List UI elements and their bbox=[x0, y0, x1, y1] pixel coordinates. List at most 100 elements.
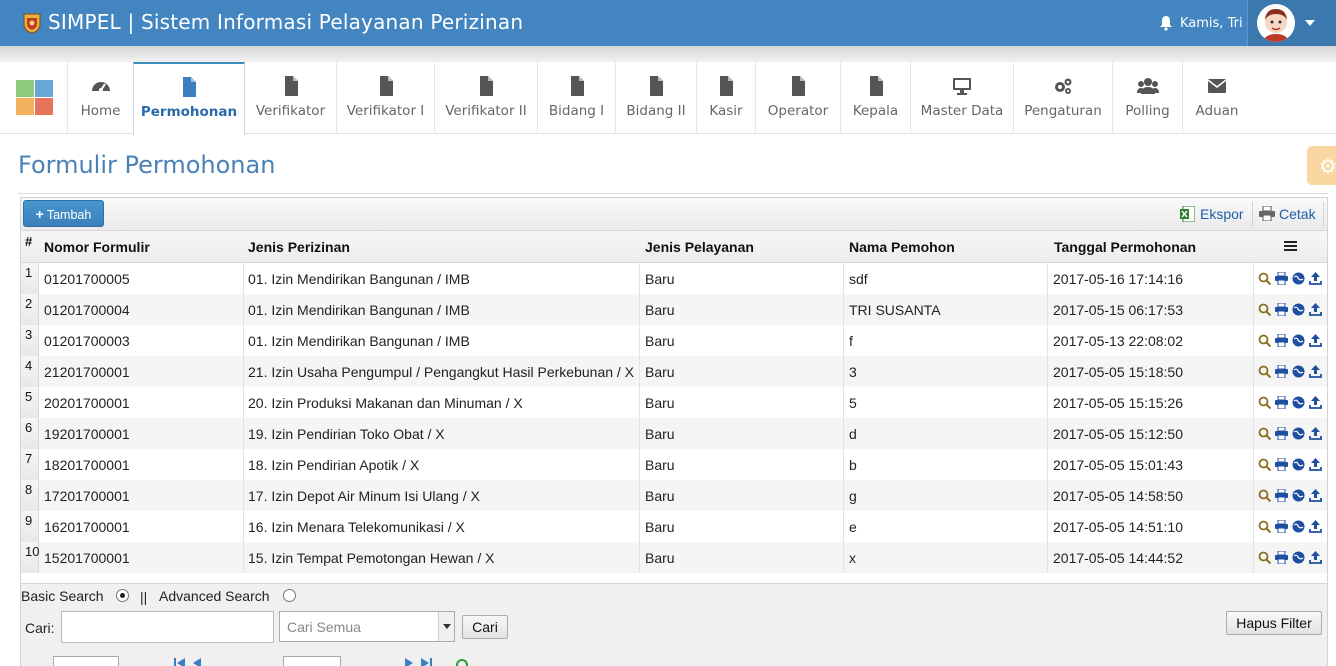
print-link[interactable]: Cetak bbox=[1279, 206, 1316, 222]
nav-bidang-1[interactable]: Bidang I bbox=[538, 62, 616, 134]
print-icon[interactable] bbox=[1275, 272, 1288, 285]
table-row[interactable]: 6 19201700001 19. Izin Pendirian Toko Obat… bbox=[21, 418, 1327, 449]
search-icon[interactable] bbox=[1258, 303, 1271, 316]
add-button[interactable]: + Tambah bbox=[23, 200, 104, 227]
nav-bidang-2[interactable]: Bidang II bbox=[616, 62, 697, 134]
search-icon[interactable] bbox=[1258, 520, 1271, 533]
table-row[interactable]: 5 20201700001 20. Izin Produksi Makanan da… bbox=[21, 387, 1327, 418]
column-divider bbox=[1253, 542, 1254, 573]
upload-icon[interactable] bbox=[1309, 489, 1322, 502]
table-row[interactable]: 8 17201700001 17. Izin Depot Air Minum Isi… bbox=[21, 480, 1327, 511]
apps-grid-icon[interactable] bbox=[0, 62, 68, 134]
nav-operator[interactable]: Operator bbox=[756, 62, 841, 134]
page-number-input[interactable] bbox=[283, 656, 341, 666]
table-row[interactable]: 1 01201700005 01. Izin Mendirikan Bangunan… bbox=[21, 263, 1327, 294]
column-header[interactable]: Jenis Pelayanan bbox=[645, 239, 754, 255]
search-field-select[interactable]: Cari Semua bbox=[279, 611, 455, 642]
main-nav: Home Permohonan Verifikator Verifikator … bbox=[0, 62, 1336, 135]
row-number: 3 bbox=[21, 325, 39, 356]
nav-verifikator-2[interactable]: Verifikator II bbox=[435, 62, 538, 134]
column-header[interactable]: Nama Pemohon bbox=[849, 239, 955, 255]
globe-icon[interactable] bbox=[1292, 303, 1305, 316]
nav-verifikator-1[interactable]: Verifikator I bbox=[337, 62, 435, 134]
bell-icon[interactable] bbox=[1159, 15, 1173, 31]
nav-kasir[interactable]: Kasir bbox=[697, 62, 756, 134]
search-input[interactable] bbox=[61, 611, 274, 643]
print-icon[interactable] bbox=[1275, 458, 1288, 471]
search-icon[interactable] bbox=[1258, 489, 1271, 502]
table-row[interactable]: 4 21201700001 21. Izin Usaha Pengumpul / P… bbox=[21, 356, 1327, 387]
basic-search-radio[interactable] bbox=[116, 589, 129, 602]
print-icon[interactable] bbox=[1275, 427, 1288, 440]
upload-icon[interactable] bbox=[1309, 396, 1322, 409]
globe-icon[interactable] bbox=[1292, 427, 1305, 440]
search-icon[interactable] bbox=[1258, 396, 1271, 409]
globe-icon[interactable] bbox=[1292, 272, 1305, 285]
page-size-select[interactable] bbox=[53, 656, 119, 666]
globe-icon[interactable] bbox=[1292, 551, 1305, 564]
search-icon[interactable] bbox=[1258, 458, 1271, 471]
search-icon[interactable] bbox=[1258, 365, 1271, 378]
print-icon[interactable] bbox=[1275, 334, 1288, 347]
advanced-search-radio[interactable] bbox=[283, 589, 296, 602]
search-icon[interactable] bbox=[1258, 272, 1271, 285]
nav-permohonan[interactable]: Permohonan bbox=[133, 62, 245, 135]
search-button[interactable]: Cari bbox=[462, 615, 508, 639]
upload-icon[interactable] bbox=[1309, 551, 1322, 564]
user-menu[interactable] bbox=[1247, 0, 1336, 46]
print-icon[interactable] bbox=[1275, 396, 1288, 409]
search-icon[interactable] bbox=[1258, 427, 1271, 440]
next-page-icon[interactable] bbox=[401, 658, 415, 666]
user-name[interactable]: Kamis, Tri bbox=[1180, 16, 1243, 31]
upload-icon[interactable] bbox=[1309, 427, 1322, 440]
globe-icon[interactable] bbox=[1292, 365, 1305, 378]
table-row[interactable]: 9 16201700001 16. Izin Menara Telekomunika… bbox=[21, 511, 1327, 542]
upload-icon[interactable] bbox=[1309, 365, 1322, 378]
nav-polling[interactable]: Polling bbox=[1113, 62, 1183, 134]
globe-icon[interactable] bbox=[1292, 458, 1305, 471]
globe-icon[interactable] bbox=[1292, 396, 1305, 409]
search-icon[interactable] bbox=[1258, 551, 1271, 564]
column-menu-icon[interactable] bbox=[1284, 241, 1297, 252]
search-icon[interactable] bbox=[1258, 334, 1271, 347]
column-header[interactable]: Tanggal Permohonan bbox=[1054, 239, 1196, 255]
export-link[interactable]: Ekspor bbox=[1200, 206, 1244, 222]
upload-icon[interactable] bbox=[1309, 334, 1322, 347]
column-header[interactable]: Nomor Formulir bbox=[44, 239, 150, 255]
file-icon bbox=[379, 76, 393, 96]
upload-icon[interactable] bbox=[1309, 272, 1322, 285]
refresh-icon[interactable] bbox=[455, 658, 469, 666]
table-row[interactable]: 10 15201700001 15. Izin Tempat Pemotongan … bbox=[21, 542, 1327, 573]
last-page-icon[interactable] bbox=[419, 658, 433, 666]
print-icon[interactable] bbox=[1275, 303, 1288, 316]
upload-icon[interactable] bbox=[1309, 520, 1322, 533]
nav-pengaturan[interactable]: Pengaturan bbox=[1014, 62, 1113, 134]
cell-tanggal: 2017-05-16 17:14:16 bbox=[1053, 271, 1183, 287]
table-row[interactable]: 3 01201700003 01. Izin Mendirikan Bangunan… bbox=[21, 325, 1327, 356]
print-icon[interactable] bbox=[1275, 551, 1288, 564]
print-icon[interactable] bbox=[1275, 489, 1288, 502]
nav-kepala[interactable]: Kepala bbox=[841, 62, 911, 134]
prev-page-icon[interactable] bbox=[191, 658, 205, 666]
nav-aduan[interactable]: Aduan bbox=[1183, 62, 1251, 134]
print-icon[interactable] bbox=[1275, 520, 1288, 533]
print-icon[interactable] bbox=[1275, 365, 1288, 378]
clear-filter-button[interactable]: Hapus Filter bbox=[1226, 611, 1322, 635]
upload-icon[interactable] bbox=[1309, 303, 1322, 316]
first-page-icon[interactable] bbox=[173, 658, 187, 666]
chevron-down-icon[interactable] bbox=[1305, 20, 1315, 26]
upload-icon[interactable] bbox=[1309, 458, 1322, 471]
nav-master-data[interactable]: Master Data bbox=[911, 62, 1014, 134]
settings-panel-toggle[interactable]: ⚙ bbox=[1307, 146, 1336, 185]
table-row[interactable]: 7 18201700001 18. Izin Pendirian Apotik / … bbox=[21, 449, 1327, 480]
globe-icon[interactable] bbox=[1292, 520, 1305, 533]
globe-icon[interactable] bbox=[1292, 334, 1305, 347]
globe-icon[interactable] bbox=[1292, 489, 1305, 502]
nav-verifikator[interactable]: Verifikator bbox=[245, 62, 337, 134]
table-row[interactable]: 2 01201700004 01. Izin Mendirikan Bangunan… bbox=[21, 294, 1327, 325]
nav-home[interactable]: Home bbox=[68, 62, 134, 134]
column-header[interactable]: Jenis Perizinan bbox=[248, 239, 350, 255]
avatar[interactable] bbox=[1257, 4, 1295, 42]
cell-nama: sdf bbox=[849, 271, 868, 287]
cell-nomor: 17201700001 bbox=[44, 488, 130, 504]
